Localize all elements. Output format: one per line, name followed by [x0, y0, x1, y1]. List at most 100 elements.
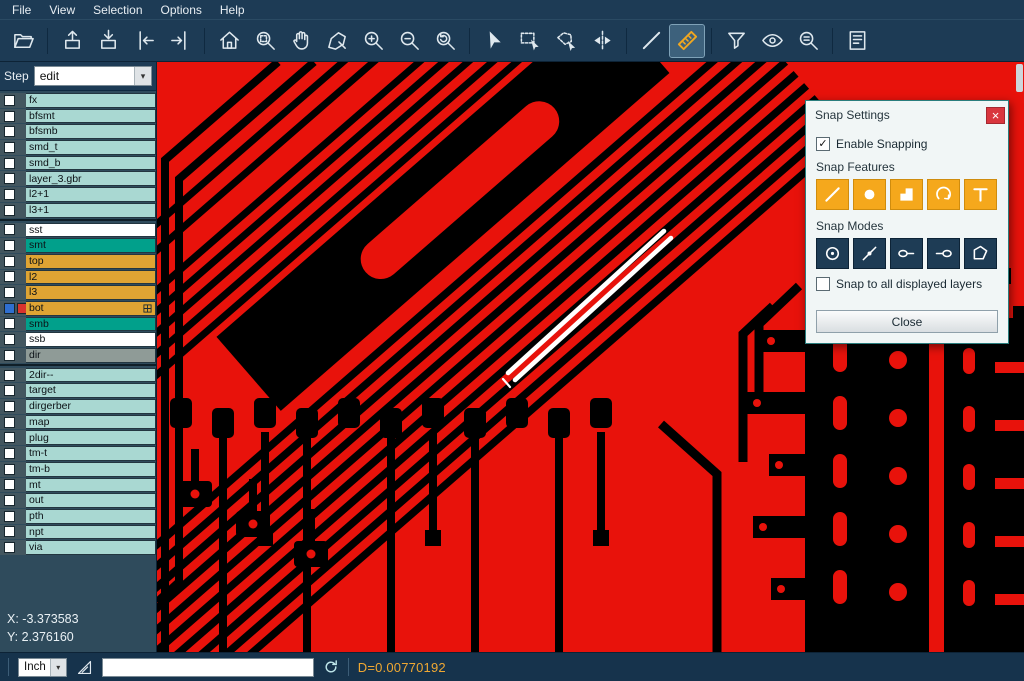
layer-name[interactable]: mt [26, 478, 156, 493]
import-left-button[interactable] [127, 25, 161, 57]
snap-vertex-button[interactable] [964, 238, 997, 269]
layer-row-dir[interactable]: dir [0, 348, 156, 363]
layer-row-ssb[interactable]: ssb [0, 332, 156, 347]
snap-surface-button[interactable] [890, 179, 923, 210]
layer-row-plug[interactable]: plug [0, 430, 156, 445]
layer-visibility-checkbox[interactable] [4, 189, 15, 200]
close-button[interactable]: Close [816, 310, 998, 333]
layer-row-top[interactable]: top [0, 254, 156, 269]
layer-row-fx[interactable]: fx [0, 93, 156, 108]
highlight-eye-button[interactable] [755, 25, 789, 57]
zoom-out-button[interactable] [392, 25, 426, 57]
layer-row-pth[interactable]: pth [0, 509, 156, 524]
layer-row-bfsmb[interactable]: bfsmb [0, 124, 156, 139]
layer-visibility-checkbox[interactable] [4, 158, 15, 169]
menu-help[interactable]: Help [212, 2, 253, 18]
draw-shape-button[interactable] [320, 25, 354, 57]
layer-row-smd_b[interactable]: smd_b [0, 156, 156, 171]
layer-visibility-checkbox[interactable] [4, 271, 15, 282]
layer-visibility-checkbox[interactable] [4, 318, 15, 329]
layer-row-out[interactable]: out [0, 493, 156, 508]
snap-line-button[interactable] [816, 179, 849, 210]
step-dropdown[interactable]: edit ▾ [34, 66, 152, 86]
filter-button[interactable] [719, 25, 753, 57]
layer-visibility-checkbox[interactable] [4, 448, 15, 459]
select-arrow-button[interactable] [477, 25, 511, 57]
layer-name[interactable]: out [26, 493, 156, 508]
layer-visibility-checkbox[interactable] [4, 334, 15, 345]
layer-name[interactable]: layer_3.gbr [26, 171, 156, 186]
layer-row-bfsmt[interactable]: bfsmt [0, 109, 156, 124]
snap-center-button[interactable] [816, 238, 849, 269]
layer-visibility-checkbox[interactable] [4, 142, 15, 153]
layer-name[interactable]: l2 [26, 270, 156, 285]
layer-visibility-checkbox[interactable] [4, 303, 15, 314]
enable-snapping-checkbox[interactable]: ✓ [816, 137, 830, 151]
layer-name[interactable]: 2dir-- [26, 368, 156, 383]
layer-visibility-checkbox[interactable] [4, 495, 15, 506]
layer-visibility-checkbox[interactable] [4, 464, 15, 475]
layer-row-target[interactable]: target [0, 383, 156, 398]
close-icon[interactable]: × [986, 107, 1005, 124]
layer-row-smd_t[interactable]: smd_t [0, 140, 156, 155]
layer-row-mt[interactable]: mt [0, 478, 156, 493]
unit-dropdown[interactable]: Inch ▾ [18, 658, 67, 677]
layer-name[interactable]: smd_t [26, 140, 156, 155]
layer-row-layer_3.gbr[interactable]: layer_3.gbr [0, 171, 156, 186]
snap-mid-button[interactable] [890, 238, 923, 269]
snap-point-button[interactable] [853, 238, 886, 269]
pan-hand-button[interactable] [284, 25, 318, 57]
layer-row-tm-b[interactable]: tm-b [0, 462, 156, 477]
layer-row-tm-t[interactable]: tm-t [0, 446, 156, 461]
layer-name[interactable]: tm-t [26, 446, 156, 461]
layer-row-smt[interactable]: smt [0, 238, 156, 253]
layer-name[interactable]: sst [26, 223, 156, 238]
search-advanced-button[interactable] [791, 25, 825, 57]
snap-arc-button[interactable] [927, 179, 960, 210]
layer-name[interactable]: target [26, 383, 156, 398]
layer-row-via[interactable]: via [0, 540, 156, 555]
layer-row-l3+1[interactable]: l3+1 [0, 203, 156, 218]
layer-name[interactable]: dirgerber [26, 399, 156, 414]
layer-visibility-checkbox[interactable] [4, 111, 15, 122]
measure-ruler-button[interactable] [670, 25, 704, 57]
layer-name[interactable]: plug [26, 430, 156, 445]
layer-visibility-checkbox[interactable] [4, 350, 15, 361]
menu-options[interactable]: Options [153, 2, 210, 18]
layer-name[interactable]: l2+1 [26, 187, 156, 202]
layer-row-l3[interactable]: l3 [0, 285, 156, 300]
layer-visibility-checkbox[interactable] [4, 126, 15, 137]
layer-name[interactable]: bot [26, 301, 156, 316]
layer-visibility-checkbox[interactable] [4, 401, 15, 412]
export-right-button[interactable] [163, 25, 197, 57]
layer-visibility-checkbox[interactable] [4, 173, 15, 184]
snap-pad-button[interactable] [853, 179, 886, 210]
report-button[interactable] [840, 25, 874, 57]
layer-visibility-checkbox[interactable] [4, 224, 15, 235]
layer-visibility-checkbox[interactable] [4, 385, 15, 396]
layer-name[interactable]: npt [26, 525, 156, 540]
select-rect-button[interactable] [513, 25, 547, 57]
layer-name[interactable]: map [26, 415, 156, 430]
layer-visibility-checkbox[interactable] [4, 417, 15, 428]
layer-visibility-checkbox[interactable] [4, 370, 15, 381]
layer-row-dirgerber[interactable]: dirgerber [0, 399, 156, 414]
layer-visibility-checkbox[interactable] [4, 287, 15, 298]
layer-row-bot[interactable]: bot [0, 301, 156, 316]
zoom-previous-button[interactable] [428, 25, 462, 57]
command-input[interactable] [102, 658, 314, 677]
layer-name[interactable]: smd_b [26, 156, 156, 171]
import-bottom-button[interactable] [91, 25, 125, 57]
layer-name[interactable]: bfsmb [26, 124, 156, 139]
layer-name[interactable]: via [26, 540, 156, 555]
zoom-window-button[interactable] [248, 25, 282, 57]
layer-row-l2+1[interactable]: l2+1 [0, 187, 156, 202]
pcb-canvas[interactable]: Snap Settings × ✓ Enable Snapping Snap F… [157, 62, 1024, 652]
layer-visibility-checkbox[interactable] [4, 205, 15, 216]
layer-visibility-checkbox[interactable] [4, 240, 15, 251]
layer-name[interactable]: ssb [26, 332, 156, 347]
layer-visibility-checkbox[interactable] [4, 432, 15, 443]
layer-name[interactable]: pth [26, 509, 156, 524]
layer-row-map[interactable]: map [0, 415, 156, 430]
layer-row-npt[interactable]: npt [0, 525, 156, 540]
